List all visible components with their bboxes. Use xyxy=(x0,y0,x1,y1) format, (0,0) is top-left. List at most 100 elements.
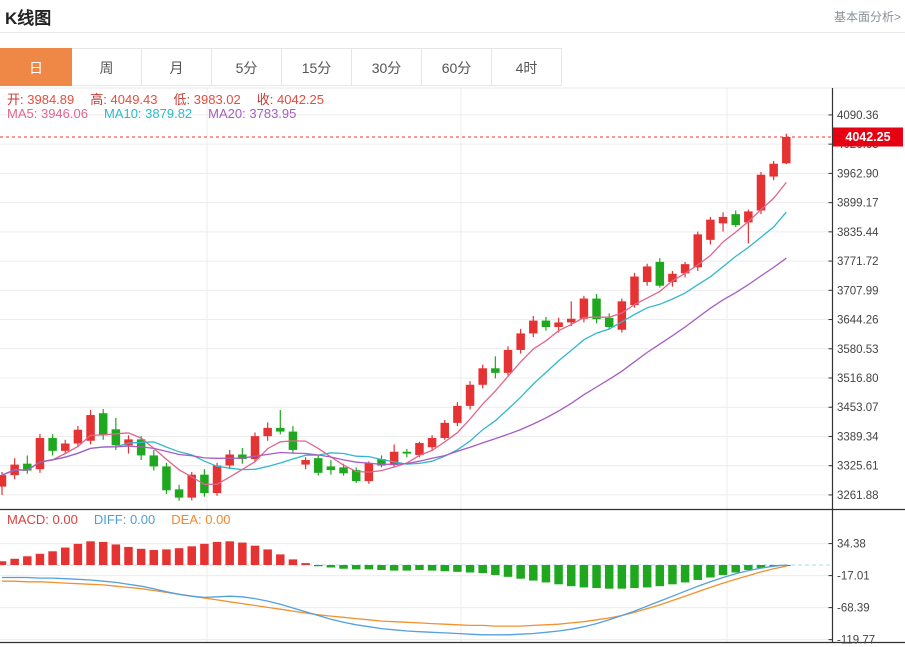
kline-chart-canvas: 4090.364026.633962.903899.173835.443771.… xyxy=(0,0,905,647)
macd-bar xyxy=(580,565,589,587)
candle xyxy=(162,466,171,490)
macd-bar xyxy=(162,549,171,565)
candle xyxy=(301,460,310,465)
axis-label: 3389.34 xyxy=(837,431,879,443)
macd-bar xyxy=(276,554,285,565)
tab-4hour[interactable]: 4时 xyxy=(492,48,562,86)
candles-layer xyxy=(0,134,833,501)
macd-bar xyxy=(453,565,462,572)
macd-bar xyxy=(731,565,740,572)
candle xyxy=(618,301,627,329)
axis-label: 3261.88 xyxy=(837,490,879,502)
tab-5min[interactable]: 5分 xyxy=(212,48,282,86)
macd-bar xyxy=(554,565,563,584)
macd-bar xyxy=(744,565,753,570)
candle xyxy=(719,217,728,223)
macd-bar xyxy=(112,544,121,565)
macd-bar xyxy=(23,556,32,565)
candle xyxy=(592,299,601,320)
candle xyxy=(441,423,450,438)
macd-bar xyxy=(137,549,146,565)
candle xyxy=(213,466,222,494)
candle xyxy=(415,443,424,455)
axis-label: -17.01 xyxy=(837,571,870,583)
axis-label: 3644.26 xyxy=(837,315,879,327)
fundamental-analysis-link[interactable]: 基本面分析> xyxy=(834,8,905,25)
tab-week[interactable]: 周 xyxy=(72,48,142,86)
macd-bar xyxy=(403,565,412,571)
candle xyxy=(529,321,538,334)
macd-bar xyxy=(124,547,133,565)
macd-layer xyxy=(0,541,833,634)
macd-bar xyxy=(491,565,500,575)
candle xyxy=(48,438,57,451)
macd-bar xyxy=(10,559,19,565)
macd-bar xyxy=(390,565,399,571)
candle xyxy=(504,350,513,373)
macd-bar xyxy=(200,544,209,565)
tab-15min[interactable]: 15分 xyxy=(282,48,352,86)
macd-bar xyxy=(188,546,197,565)
macd-bar xyxy=(36,554,45,565)
grid-layer xyxy=(0,88,905,643)
macd-bar xyxy=(377,565,386,570)
axis-label: 3453.07 xyxy=(837,402,879,414)
candle xyxy=(554,322,563,327)
macd-bar xyxy=(238,543,247,565)
candle xyxy=(731,214,740,225)
candle xyxy=(769,164,778,177)
candle xyxy=(86,415,95,441)
axis-label: 3580.53 xyxy=(837,344,879,356)
macd-bar xyxy=(567,565,576,586)
macd-bar xyxy=(694,565,703,580)
macd-bar xyxy=(605,565,614,589)
candle xyxy=(542,321,551,327)
macd-bar xyxy=(314,565,323,566)
macd-bar xyxy=(466,565,475,572)
tab-30min[interactable]: 30分 xyxy=(352,48,422,86)
macd-bar xyxy=(681,565,690,582)
macd-bar xyxy=(327,565,336,567)
macd-bar xyxy=(668,565,677,584)
macd-bar xyxy=(415,565,424,570)
candle xyxy=(0,475,6,486)
candle xyxy=(263,428,272,436)
candle xyxy=(225,455,234,466)
tab-month[interactable]: 月 xyxy=(142,48,212,86)
macd-bar xyxy=(61,548,70,565)
candle xyxy=(567,319,576,323)
macd-bar xyxy=(0,561,6,565)
candle xyxy=(605,318,614,327)
candle xyxy=(757,175,766,211)
macd-bar xyxy=(74,544,83,565)
macd-bar xyxy=(706,565,715,577)
period-tabs: 日 周 月 5分 15分 30分 60分 4时 xyxy=(0,48,562,86)
axis-label: 3325.61 xyxy=(837,461,879,473)
tab-60min[interactable]: 60分 xyxy=(422,48,492,86)
axis-label: 3962.90 xyxy=(837,168,879,180)
macd-bar xyxy=(478,565,487,573)
macd-bar xyxy=(251,546,260,565)
candle xyxy=(314,458,323,473)
macd-bar xyxy=(592,565,601,588)
candle xyxy=(428,438,437,447)
macd-bar xyxy=(719,565,728,575)
macd-bar xyxy=(86,541,95,565)
candle xyxy=(630,277,639,305)
axis-label: -68.39 xyxy=(837,603,870,615)
macd-bar xyxy=(516,565,525,579)
candle xyxy=(466,385,475,406)
candle xyxy=(61,443,70,450)
page-title: K线图 xyxy=(0,4,51,29)
candle xyxy=(643,266,652,282)
tab-day[interactable]: 日 xyxy=(0,48,72,86)
macd-bar xyxy=(175,548,184,565)
candle xyxy=(478,368,487,385)
macd-bar xyxy=(630,565,639,588)
macd-bar xyxy=(504,565,513,577)
candle xyxy=(339,467,348,473)
candle xyxy=(150,455,159,466)
axis-label: 3771.72 xyxy=(837,256,879,268)
macd-bar xyxy=(656,565,665,586)
macd-bar xyxy=(643,565,652,587)
